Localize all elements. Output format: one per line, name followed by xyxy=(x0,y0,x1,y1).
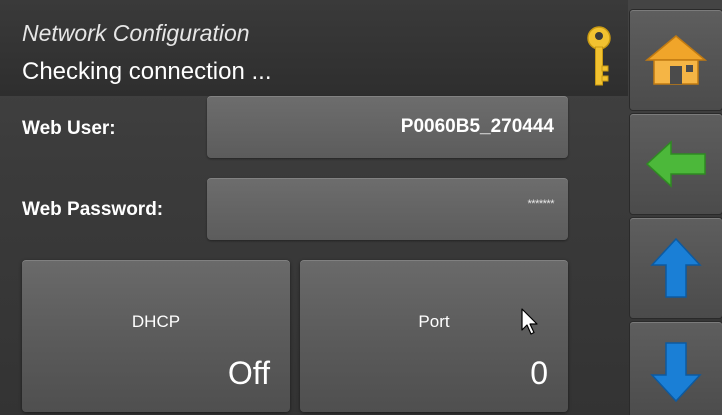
mouse-cursor-icon xyxy=(521,308,538,335)
key-icon xyxy=(587,26,611,86)
web-password-label: Web Password: xyxy=(22,199,164,220)
home-button[interactable] xyxy=(630,10,722,110)
port-value: 0 xyxy=(530,355,548,391)
port-tile[interactable]: Port 0 xyxy=(300,260,568,412)
scroll-down-button[interactable] xyxy=(630,322,722,415)
web-password-value: ******* xyxy=(527,198,555,211)
arrow-left-icon xyxy=(645,140,706,188)
arrow-down-icon xyxy=(650,342,702,403)
dhcp-value: Off xyxy=(227,355,270,391)
home-icon xyxy=(645,35,707,85)
web-user-field[interactable]: P0060B5_270444 xyxy=(207,96,568,158)
page-title: Network Configuration xyxy=(22,20,250,46)
arrow-up-icon xyxy=(650,237,702,298)
web-password-field[interactable]: ******* xyxy=(207,178,568,240)
scroll-up-button[interactable] xyxy=(630,218,722,318)
web-user-label: Web User: xyxy=(22,118,116,139)
dhcp-title: DHCP xyxy=(131,312,181,331)
web-user-value: P0060B5_270444 xyxy=(400,116,554,137)
dhcp-tile[interactable]: DHCP Off xyxy=(22,260,290,412)
header-bar: Network Configuration Checking connectio… xyxy=(0,0,628,96)
back-button[interactable] xyxy=(630,114,722,214)
connection-status: Checking connection ... xyxy=(22,58,272,85)
screen: Network Configuration Checking connectio… xyxy=(0,0,722,415)
